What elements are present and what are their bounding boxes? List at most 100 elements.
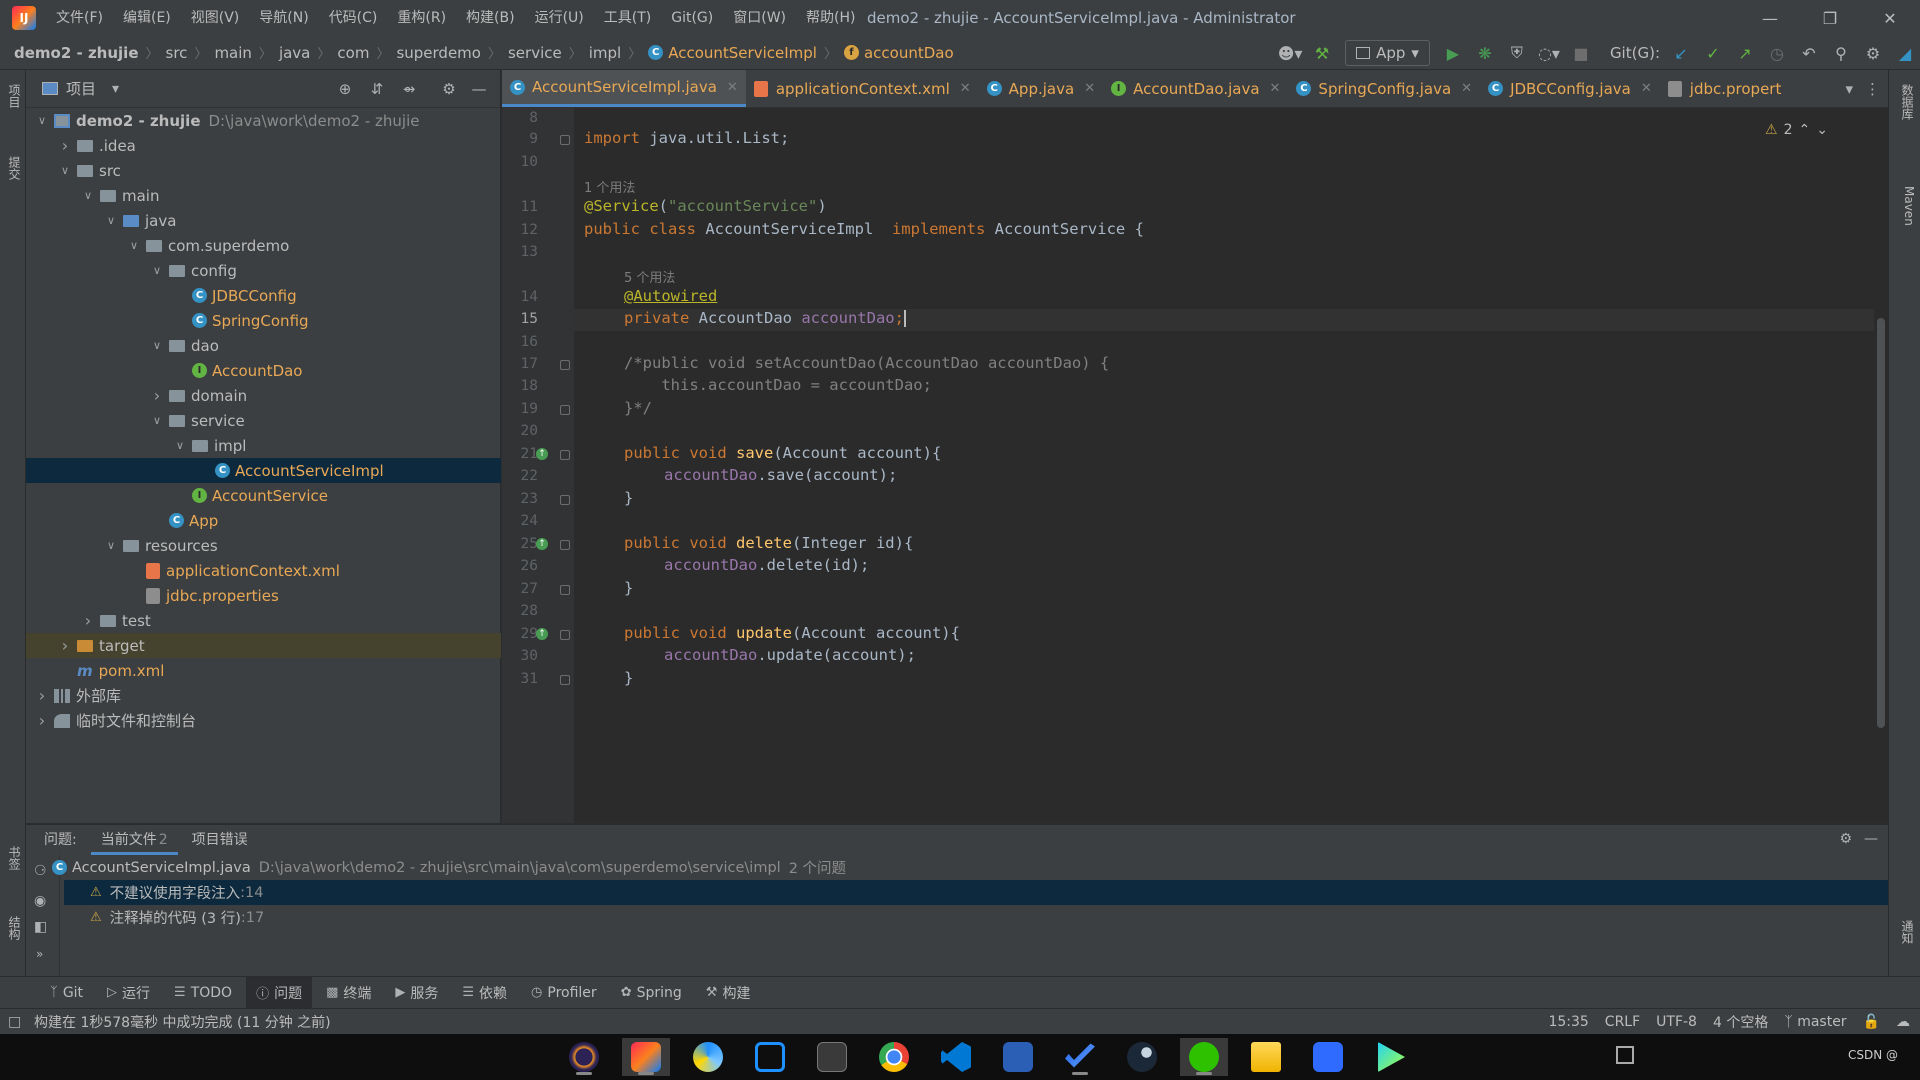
- tree-item[interactable]: ∨ dao: [26, 333, 501, 358]
- toolwindow-profiler[interactable]: ◷ Profiler: [521, 977, 607, 1009]
- tree-item[interactable]: ∨ src: [26, 158, 501, 183]
- eye-icon[interactable]: ◉: [34, 893, 46, 909]
- menu-run[interactable]: 运行(U): [525, 0, 594, 36]
- taskbar-app-3[interactable]: [684, 1038, 732, 1076]
- line-number[interactable]: 22: [502, 468, 538, 484]
- tree-item[interactable]: ∨ com.superdemo: [26, 233, 501, 258]
- code-editor[interactable]: import java.util.List; 1 个用法 @Service("a…: [574, 108, 1874, 823]
- fold-marker-icon[interactable]: [560, 585, 570, 595]
- chevron-down-icon[interactable]: ▾: [1845, 80, 1853, 98]
- tree-item[interactable]: › 外部库: [26, 683, 501, 708]
- taskbar-todo[interactable]: [1056, 1038, 1104, 1076]
- line-number[interactable]: 9: [502, 131, 538, 147]
- menu-help[interactable]: 帮助(H): [796, 0, 865, 36]
- implements-method-icon[interactable]: ↑: [536, 628, 548, 640]
- status-message[interactable]: 构建在 1秒578毫秒 中成功完成 (11 分钟 之前): [34, 1012, 331, 1032]
- menu-build[interactable]: 构建(B): [456, 0, 525, 36]
- hide-panel-icon[interactable]: —: [1864, 831, 1878, 847]
- line-number[interactable]: 28: [502, 603, 538, 619]
- database-tool-tab[interactable]: 数据库: [1896, 84, 1916, 120]
- line-number[interactable]: 14: [502, 289, 538, 305]
- fold-marker-icon[interactable]: [560, 495, 570, 505]
- toolwindow-problems[interactable]: ⓘ 问题: [246, 976, 313, 1009]
- breadcrumb-main[interactable]: main: [210, 44, 255, 62]
- usage-hint[interactable]: 1 个用法: [584, 177, 635, 196]
- chevron-down-icon[interactable]: ▾: [112, 81, 119, 97]
- menu-view[interactable]: 视图(V): [181, 0, 250, 36]
- history-icon[interactable]: ◷: [1762, 39, 1792, 67]
- editor-tab[interactable]: jdbc.propert: [1660, 70, 1790, 107]
- toolwindow-git[interactable]: ᛉ Git: [40, 977, 93, 1009]
- line-number[interactable]: 19: [502, 401, 538, 417]
- taskbar-file-explorer[interactable]: [1242, 1038, 1290, 1076]
- tree-item[interactable]: › .idea: [26, 133, 501, 158]
- close-tab-icon[interactable]: ✕: [1084, 81, 1095, 96]
- maven-tool-tab[interactable]: Maven: [1896, 186, 1916, 226]
- chevron-down-icon[interactable]: ∨: [80, 189, 96, 202]
- git-commit-icon[interactable]: ✓: [1698, 39, 1728, 67]
- tree-item[interactable]: ∨ java: [26, 208, 501, 233]
- file-encoding[interactable]: UTF-8: [1656, 1014, 1697, 1030]
- tree-item[interactable]: › target: [26, 633, 501, 658]
- line-number[interactable]: 11: [502, 199, 538, 215]
- toolwindow-todo[interactable]: ☰ TODO: [164, 977, 242, 1009]
- fold-marker-icon[interactable]: [560, 135, 570, 145]
- debug-icon[interactable]: ❋: [1470, 39, 1500, 67]
- menu-window[interactable]: 窗口(W): [723, 0, 796, 36]
- panel-settings-icon[interactable]: ⚙: [1839, 831, 1852, 847]
- tree-item[interactable]: C AccountServiceImpl: [26, 458, 501, 483]
- tree-item[interactable]: C SpringConfig: [26, 308, 501, 333]
- breadcrumb-impl[interactable]: impl: [585, 44, 625, 62]
- stop-icon[interactable]: ■: [1566, 39, 1596, 67]
- line-number[interactable]: 10: [502, 154, 538, 170]
- chevron-right-icon[interactable]: ›: [34, 711, 50, 730]
- project-panel-title[interactable]: 项目: [66, 78, 96, 99]
- editor-scrollbar[interactable]: [1874, 108, 1888, 823]
- status-toggle-icon[interactable]: □: [8, 1014, 21, 1030]
- task-view-icon[interactable]: [1616, 1046, 1634, 1064]
- taskbar-vscode[interactable]: [932, 1038, 980, 1076]
- structure-tool-tab[interactable]: 结构: [3, 916, 23, 940]
- chevron-right-icon[interactable]: ›: [57, 636, 73, 655]
- chevron-right-icon[interactable]: ›: [149, 386, 165, 405]
- close-tab-icon[interactable]: ✕: [1270, 81, 1281, 96]
- run-icon[interactable]: ▶: [1438, 39, 1468, 67]
- preview-icon[interactable]: ◧: [34, 919, 47, 935]
- toolwindow-dependencies[interactable]: ☰ 依赖: [452, 977, 517, 1009]
- chevron-right-icon[interactable]: ›: [57, 136, 73, 155]
- close-tab-icon[interactable]: ✕: [1641, 81, 1652, 96]
- menu-navigate[interactable]: 导航(N): [249, 0, 318, 36]
- bookmarks-tool-tab[interactable]: 书签: [3, 846, 23, 870]
- fold-marker-icon[interactable]: [560, 630, 570, 640]
- coverage-icon[interactable]: ⛨: [1502, 39, 1532, 67]
- next-highlight-icon[interactable]: ⌄: [1816, 122, 1828, 138]
- toolwindow-terminal[interactable]: ▩ 终端: [316, 977, 381, 1009]
- implements-method-icon[interactable]: ↑: [536, 448, 548, 460]
- chevron-down-icon[interactable]: ∨: [172, 439, 188, 452]
- fold-marker-icon[interactable]: [560, 360, 570, 370]
- menu-tools[interactable]: 工具(T): [594, 0, 661, 36]
- breadcrumb-com[interactable]: com: [333, 44, 373, 62]
- chevron-right-icon[interactable]: ›: [80, 611, 96, 630]
- tree-item[interactable]: applicationContext.xml: [26, 558, 501, 583]
- chevron-down-icon[interactable]: ∨: [57, 164, 73, 177]
- line-number[interactable]: 8: [502, 110, 538, 126]
- line-number[interactable]: 31: [502, 671, 538, 687]
- breadcrumb-class[interactable]: C AccountServiceImpl: [644, 44, 821, 62]
- chevron-down-icon[interactable]: ∨: [34, 114, 50, 127]
- toolbox-icon[interactable]: ◢: [1890, 39, 1920, 67]
- git-update-icon[interactable]: ↙: [1666, 39, 1696, 67]
- taskbar-wechat[interactable]: [1180, 1038, 1228, 1076]
- collapse-all-icon[interactable]: ⇴: [398, 78, 420, 100]
- fold-marker-icon[interactable]: [560, 405, 570, 415]
- auto-scroll-icon[interactable]: ⚆: [34, 863, 47, 879]
- restore-button[interactable]: ❐: [1800, 0, 1860, 36]
- breadcrumb-java[interactable]: java: [275, 44, 314, 62]
- implements-method-icon[interactable]: ↑: [536, 538, 548, 550]
- minimize-button[interactable]: —: [1740, 0, 1800, 36]
- tree-item[interactable]: › 临时文件和控制台: [26, 708, 501, 733]
- notification-icon[interactable]: ☁: [1896, 1014, 1910, 1030]
- chevron-down-icon[interactable]: ∨: [149, 339, 165, 352]
- commit-tool-tab[interactable]: 提交: [3, 156, 23, 180]
- lock-icon[interactable]: 🔓: [1863, 1014, 1880, 1030]
